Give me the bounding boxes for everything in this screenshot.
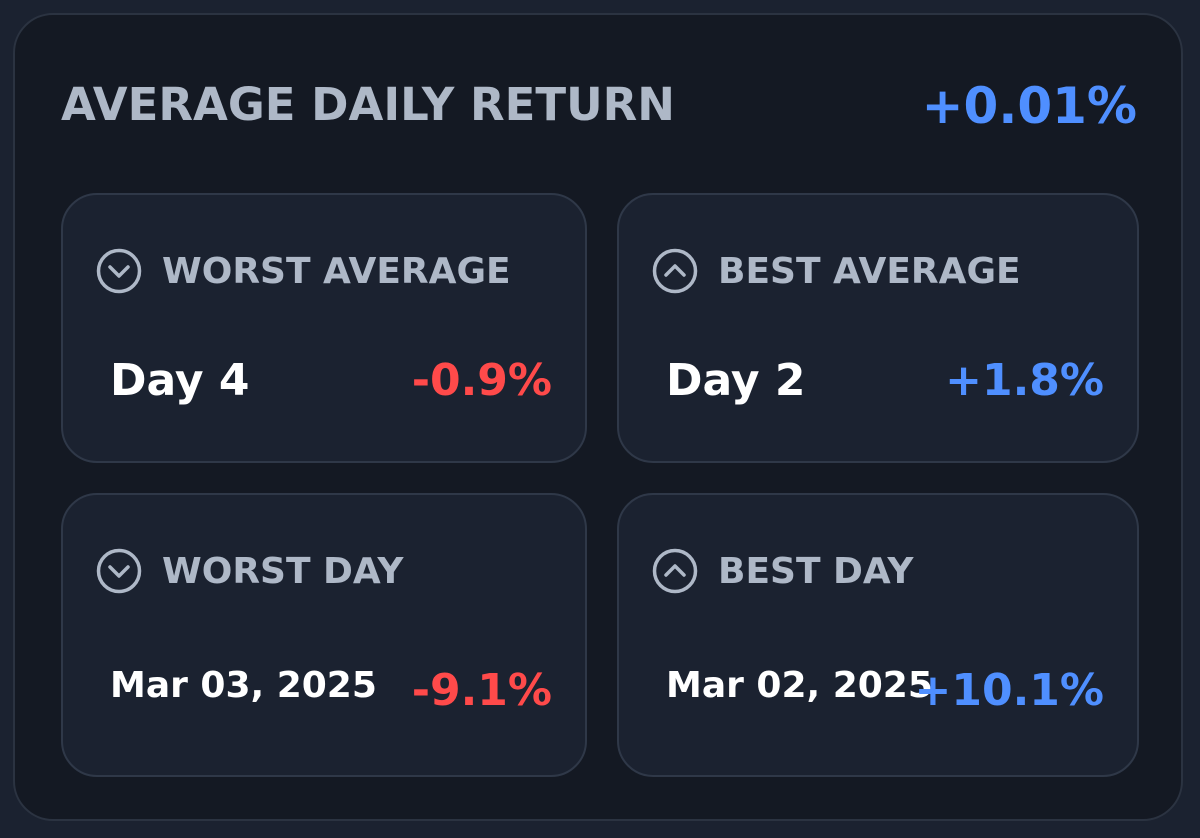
- best-average-day: Day 2: [666, 355, 806, 406]
- best-average-card: BEST AVERAGE Day 2 +1.8%: [617, 193, 1139, 463]
- chevron-down-circle-icon: [96, 248, 142, 294]
- best-day-label: BEST DAY: [718, 550, 914, 592]
- total-return-value: +0.01%: [921, 77, 1137, 135]
- worst-average-label: WORST AVERAGE: [162, 250, 511, 292]
- worst-day-label: WORST DAY: [162, 550, 404, 592]
- worst-day-card: WORST DAY Mar 03, 2025 -9.1%: [61, 493, 587, 777]
- panel-title: AVERAGE DAILY RETURN: [61, 78, 675, 131]
- best-average-label: BEST AVERAGE: [718, 250, 1021, 292]
- worst-average-card: WORST AVERAGE Day 4 -0.9%: [61, 193, 587, 463]
- worst-average-day: Day 4: [110, 355, 250, 406]
- average-daily-return-panel: AVERAGE DAILY RETURN +0.01% WORST AVERAG…: [13, 13, 1183, 821]
- best-day-date: Mar 02, 2025: [666, 665, 933, 706]
- best-day-card: BEST DAY Mar 02, 2025 +10.1%: [617, 493, 1139, 777]
- worst-average-value: -0.9%: [411, 355, 552, 406]
- chevron-down-circle-icon: [96, 548, 142, 594]
- worst-day-value: -9.1%: [411, 665, 552, 716]
- chevron-up-circle-icon: [652, 548, 698, 594]
- chevron-up-circle-icon: [652, 248, 698, 294]
- best-average-value: +1.8%: [945, 355, 1104, 406]
- best-day-value: +10.1%: [914, 665, 1104, 716]
- worst-day-date: Mar 03, 2025: [110, 665, 377, 706]
